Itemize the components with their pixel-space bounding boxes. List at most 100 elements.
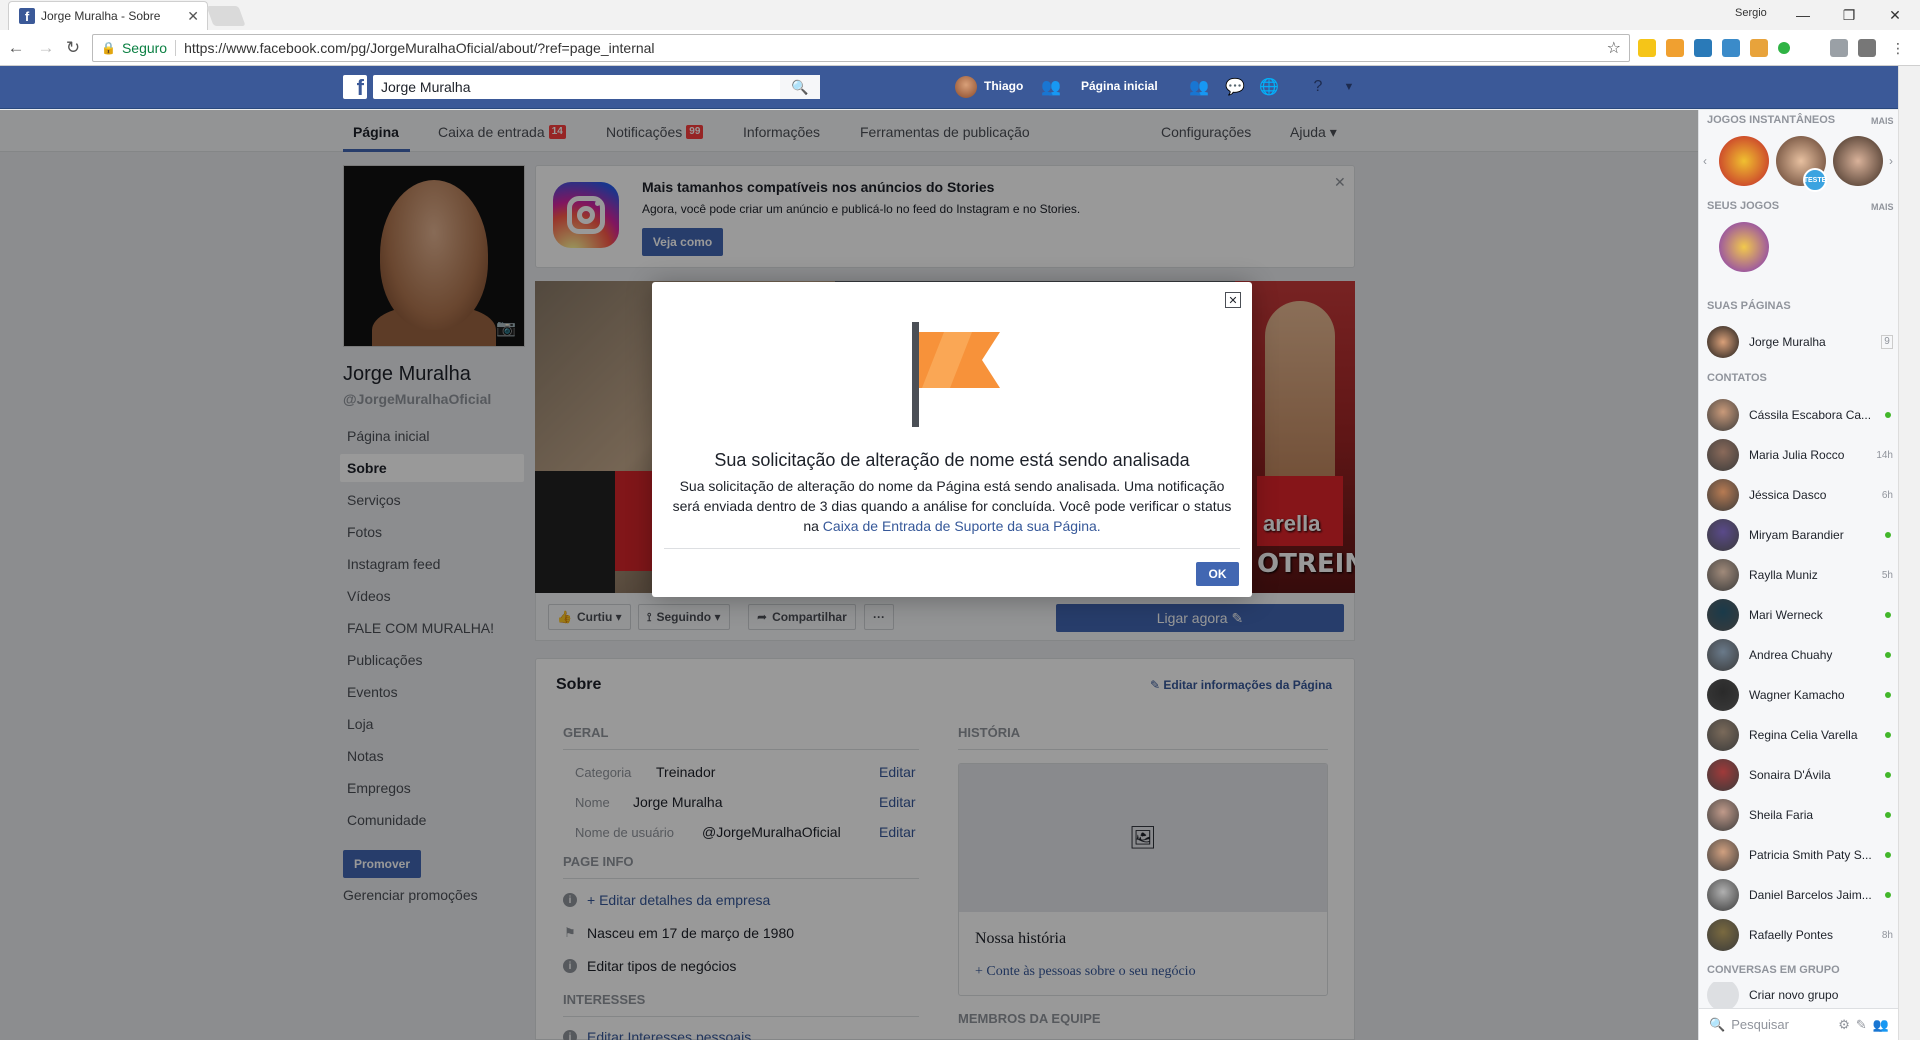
online-status-dot: [1885, 732, 1891, 738]
compose-icon[interactable]: ✎: [1856, 1017, 1867, 1033]
game-avatar[interactable]: [1833, 136, 1883, 186]
search-icon: 🔍: [1709, 1016, 1726, 1032]
reload-icon[interactable]: ↻: [63, 38, 83, 58]
avatar: [1707, 759, 1739, 791]
chat-search-input[interactable]: 🔍 Pesquisar ⚙ ✎ 👥: [1699, 1008, 1899, 1040]
contact-item[interactable]: Cássila Escabora Ca...: [1707, 395, 1893, 435]
avatar: [1707, 326, 1739, 358]
avatar: [1707, 479, 1739, 511]
close-tab-icon[interactable]: ✕: [187, 8, 199, 25]
contact-name: Regina Celia Varella: [1749, 728, 1858, 742]
contact-item[interactable]: Mari Werneck: [1707, 595, 1893, 635]
pin-extension-icon[interactable]: [1750, 39, 1768, 57]
help-icon[interactable]: ?: [1307, 77, 1329, 97]
chevron-left-icon[interactable]: ‹: [1703, 154, 1707, 168]
forward-arrow-icon[interactable]: →: [36, 38, 56, 58]
create-group-item[interactable]: Criar novo grupo: [1707, 982, 1893, 1008]
messenger-icon[interactable]: 💬: [1224, 77, 1246, 97]
support-inbox-link[interactable]: Caixa de Entrada de Suporte da sua Págin…: [823, 518, 1101, 534]
contact-name: Maria Julia Rocco: [1749, 448, 1845, 462]
contact-item[interactable]: Regina Celia Varella: [1707, 715, 1893, 755]
avatar: [1707, 679, 1739, 711]
game-avatar[interactable]: [1719, 136, 1769, 186]
recycle-extension-icon[interactable]: [1858, 39, 1876, 57]
contact-item[interactable]: Andrea Chuahy: [1707, 635, 1893, 675]
avatar: [1707, 639, 1739, 671]
secure-label: Seguro: [121, 40, 168, 56]
dialog-body: Sua solicitação de alteração do nome da …: [672, 478, 1232, 534]
facebook-logo-icon[interactable]: f: [343, 75, 367, 99]
gear-icon[interactable]: ⚙: [1838, 1017, 1850, 1033]
game-avatar[interactable]: [1719, 222, 1769, 272]
instant-games-more-link[interactable]: MAIS: [1871, 116, 1894, 126]
status-extension-icon[interactable]: [1778, 42, 1790, 54]
friend-requests-icon[interactable]: 👥: [1188, 77, 1210, 97]
avatar: [1707, 599, 1739, 631]
restore-icon[interactable]: ❐: [1826, 3, 1872, 27]
contact-name: Cássila Escabora Ca...: [1749, 408, 1872, 422]
your-games-heading: SEUS JOGOS: [1707, 200, 1780, 212]
contact-name: Sonaira D'Ávila: [1749, 768, 1831, 782]
avatar: [1707, 799, 1739, 831]
last-active-time: 5h: [1881, 569, 1893, 581]
online-status-dot: [1885, 772, 1891, 778]
account-menu-icon[interactable]: ▼: [1338, 77, 1360, 97]
reader-extension-icon[interactable]: [1830, 39, 1848, 57]
page-scrollbar[interactable]: [1898, 66, 1920, 1040]
page-entry[interactable]: Jorge Muralha 9: [1707, 322, 1893, 362]
ok-button[interactable]: OK: [1196, 562, 1239, 586]
contact-item[interactable]: Wagner Kamacho: [1707, 675, 1893, 715]
screen-extension-icon[interactable]: [1722, 39, 1740, 57]
last-active-time: 14h: [1876, 449, 1893, 461]
contact-item[interactable]: Raylla Muniz 5h: [1707, 555, 1893, 595]
group-chats-heading: CONVERSAS EM GRUPO: [1707, 964, 1840, 976]
notifications-globe-icon[interactable]: 🌐: [1258, 77, 1280, 97]
address-bar[interactable]: 🔒 Seguro https://www.facebook.com/pg/Jor…: [92, 34, 1630, 62]
close-icon[interactable]: ✕: [1225, 292, 1241, 308]
contact-item[interactable]: Sheila Faria: [1707, 795, 1893, 835]
online-status-dot: [1885, 692, 1891, 698]
facebook-favicon-icon: f: [19, 8, 35, 24]
contact-item[interactable]: Rafaelly Pontes 8h: [1707, 915, 1893, 955]
new-tab-button[interactable]: [206, 6, 246, 26]
minimize-icon[interactable]: —: [1780, 3, 1826, 27]
close-window-icon[interactable]: ✕: [1872, 3, 1918, 27]
contact-item[interactable]: Daniel Barcelos Jaim...: [1707, 875, 1893, 915]
bookmark-star-icon[interactable]: ☆: [1607, 38, 1621, 58]
home-link[interactable]: Página inicial: [1081, 79, 1158, 93]
contact-item[interactable]: Miryam Barandier: [1707, 515, 1893, 555]
fb-search-input[interactable]: Jorge Muralha 🔍: [373, 75, 820, 99]
online-status-dot: [1885, 812, 1891, 818]
avatar: [1707, 879, 1739, 911]
your-games-more-link[interactable]: MAIS: [1871, 202, 1894, 212]
browser-toolbar: ← → ↻ 🔒 Seguro https://www.facebook.com/…: [0, 30, 1920, 66]
avatar: [1707, 439, 1739, 471]
calendar-extension-icon[interactable]: [1694, 39, 1712, 57]
contact-name: Jéssica Dasco: [1749, 488, 1827, 502]
avatar: [1707, 559, 1739, 591]
new-group-icon[interactable]: 👥: [1873, 1017, 1889, 1033]
contact-item[interactable]: Jéssica Dasco 6h: [1707, 475, 1893, 515]
contact-item[interactable]: Sonaira D'Ávila: [1707, 755, 1893, 795]
user-avatar[interactable]: [955, 76, 977, 98]
chat-sidebar: JOGOS INSTANTÂNEOS MAIS ‹ TESTE › SEUS J…: [1698, 110, 1899, 1040]
avatar: [1707, 919, 1739, 951]
contact-item[interactable]: Maria Julia Rocco 14h: [1707, 435, 1893, 475]
url-text[interactable]: https://www.facebook.com/pg/JorgeMuralha…: [184, 40, 1607, 56]
bookmarks-extension-icon[interactable]: [1638, 39, 1656, 57]
contact-item[interactable]: Patricia Smith Paty S...: [1707, 835, 1893, 875]
browser-profile-label[interactable]: Sergio: [1735, 7, 1767, 19]
online-status-dot: [1885, 892, 1891, 898]
name-change-dialog: ✕ Sua solicitação de alteração de nome e…: [652, 282, 1252, 597]
lock-extension-icon[interactable]: [1666, 39, 1684, 57]
menu-kebab-icon[interactable]: ⋮: [1888, 38, 1908, 58]
browser-tab[interactable]: f Jorge Muralha - Sobre ✕: [8, 1, 208, 30]
chevron-right-icon[interactable]: ›: [1889, 154, 1893, 168]
find-friends-icon[interactable]: 👥: [1040, 77, 1062, 97]
dialog-title: Sua solicitação de alteração de nome est…: [714, 450, 1190, 470]
back-arrow-icon[interactable]: ←: [6, 38, 26, 58]
online-status-dot: [1885, 652, 1891, 658]
user-profile-link[interactable]: Thiago: [984, 79, 1023, 93]
avatar: [1707, 399, 1739, 431]
search-icon[interactable]: 🔍: [780, 75, 820, 99]
